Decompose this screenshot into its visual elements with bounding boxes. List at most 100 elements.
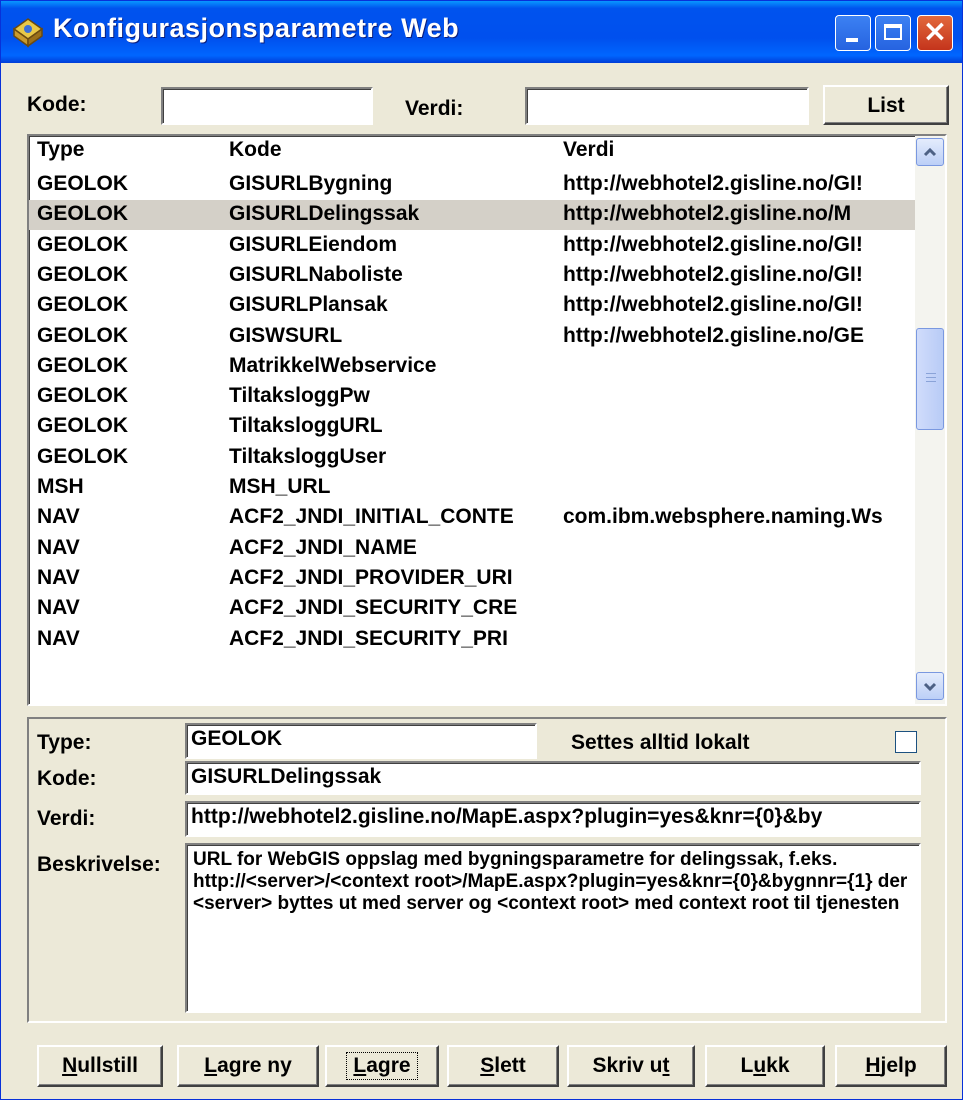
list-row[interactable]: GEOLOK GISURLNaboliste http://webhotel2.gi… [29, 261, 915, 291]
cell-kode: GISURLBygning [229, 172, 393, 195]
list-row[interactable]: GEOLOK TiltaksloggURL [29, 412, 915, 442]
cell-verdi: com.ibm.websphere.naming.Ws [563, 505, 883, 529]
cell-kode: ACF2_JNDI_PROVIDER_URI [229, 565, 513, 589]
list-row[interactable]: GEOLOK GISURLBygning http://webhotel2.gisl… [29, 170, 915, 200]
nullstill-hotkey: N [62, 1054, 78, 1077]
chevron-up-icon [923, 147, 937, 157]
lukk-label: Lukk [740, 1054, 790, 1077]
scroll-down-button[interactable] [916, 672, 944, 700]
cell-type: GEOLOK [37, 384, 129, 408]
lagre-label: Lagre [346, 1052, 418, 1080]
nullstill-button[interactable]: Nullstill [37, 1045, 163, 1087]
cell-type: NAV [37, 565, 80, 589]
nullstill-label: ullstill [77, 1054, 138, 1077]
close-icon: × [922, 14, 948, 49]
window-title: Konfigurasjonsparametre Web [53, 13, 460, 43]
lagre-ny-hotkey: L [204, 1054, 218, 1077]
lagre-button[interactable]: Lagre [325, 1045, 439, 1087]
cell-type: MSH [37, 475, 84, 498]
hjelp-label: jelp [880, 1054, 917, 1077]
list-button[interactable]: List [823, 85, 949, 125]
list-row[interactable]: NAV ACF2_JNDI_INITIAL_CONTE com.ibm.websph… [29, 503, 915, 533]
search-verdi-label: Verdi: [405, 97, 464, 120]
cell-type: GEOLOK [37, 444, 129, 468]
cell-type: GEOLOK [37, 323, 129, 347]
list-row[interactable]: GEOLOK TiltaksloggPw [29, 382, 915, 412]
lukk-button[interactable]: Lukk [705, 1045, 825, 1087]
cell-kode: TiltaksloggPw [229, 384, 370, 408]
thumb-grip [926, 377, 936, 378]
minimize-button[interactable] [835, 15, 871, 51]
scroll-up-button[interactable] [916, 138, 944, 166]
slett-hotkey: S [480, 1054, 495, 1077]
hjelp-button[interactable]: Hjelp [835, 1045, 947, 1087]
search-kode-input[interactable] [161, 87, 373, 125]
local-checkbox[interactable] [895, 731, 917, 753]
cell-kode: GISURLDelingssak [229, 202, 420, 226]
minimize-icon [846, 38, 858, 42]
scroll-thumb[interactable] [916, 328, 944, 430]
title-bar[interactable]: Konfigurasjonsparametre Web × [1, 1, 962, 63]
list-row[interactable]: GEOLOK GISWSURL http://webhotel2.gisline.n… [29, 322, 915, 352]
cell-verdi: http://webhotel2.gisline.no/GI! [563, 293, 863, 317]
cell-verdi: http://webhotel2.gisline.no/GI! [563, 232, 863, 256]
slett-button[interactable]: Slett [447, 1045, 559, 1087]
cell-type: GEOLOK [37, 232, 129, 256]
skriv-ut-label: Skriv ut [592, 1054, 670, 1077]
lagre-ny-button[interactable]: Lagre ny [177, 1045, 319, 1087]
lagre-ny-label: agre ny [217, 1054, 292, 1077]
thumb-grip [926, 373, 936, 374]
detail-beskrivelse-textarea[interactable]: URL for WebGIS oppslag med bygningsparam… [185, 843, 921, 1013]
chevron-down-icon [923, 682, 937, 692]
header-kode: Kode [229, 138, 282, 161]
cell-verdi: http://webhotel2.gisline.no/GE [563, 323, 865, 347]
cell-type: GEOLOK [37, 353, 129, 377]
cell-kode: GISWSURL [229, 323, 343, 347]
detail-verdi-label: Verdi: [37, 807, 96, 830]
skriv-ut-button[interactable]: Skriv ut [567, 1045, 695, 1087]
list-row[interactable]: NAV ACF2_JNDI_PROVIDER_URI [29, 564, 915, 594]
cell-type: GEOLOK [37, 293, 129, 317]
cell-verdi: http://webhotel2.gisline.no/M [563, 202, 852, 226]
detail-verdi-field[interactable]: http://webhotel2.gisline.no/MapE.aspx?pl… [185, 801, 921, 837]
slett-label: lett [494, 1054, 526, 1077]
list-row[interactable]: GEOLOK GISURLPlansak http://webhotel2.gisl… [29, 291, 915, 321]
cell-type: GEOLOK [37, 202, 129, 226]
cell-kode: ACF2_JNDI_NAME [229, 535, 417, 559]
cell-kode: TiltaksloggURL [229, 414, 383, 438]
search-kode-label: Kode: [27, 93, 87, 116]
list-row[interactable]: NAV ACF2_JNDI_NAME [29, 534, 915, 564]
cell-kode: TiltaksloggUser [229, 444, 387, 468]
list-row[interactable]: NAV ACF2_JNDI_SECURITY_PRI [29, 625, 915, 655]
cell-type: GEOLOK [37, 414, 129, 438]
close-button[interactable]: × [917, 14, 953, 51]
cell-kode: MatrikkelWebservice [229, 353, 437, 377]
list-row[interactable]: GEOLOK GISURLDelingssak http://webhotel2.… [29, 200, 915, 231]
list-row[interactable]: GEOLOK MatrikkelWebservice [29, 352, 915, 382]
cell-type: NAV [37, 596, 80, 620]
detail-kode-field[interactable]: GISURLDelingssak [185, 761, 921, 795]
list-row[interactable]: GEOLOK GISURLEiendom http://webhotel2.gisl… [29, 231, 915, 261]
header-verdi: Verdi [563, 138, 615, 161]
detail-beskrivelse-label: Beskrivelse: [37, 853, 161, 876]
search-verdi-input[interactable] [525, 87, 809, 125]
cell-verdi: http://webhotel2.gisline.no/GI! [563, 262, 863, 286]
list-scrollbar[interactable] [915, 136, 945, 704]
detail-type-label: Type: [37, 731, 92, 754]
list-row[interactable]: MSH MSH_URL [29, 473, 915, 503]
header-type: Type [37, 138, 85, 161]
cell-type: GEOLOK [37, 262, 129, 286]
list-row[interactable]: NAV ACF2_JNDI_SECURITY_CRE [29, 594, 915, 624]
list-row[interactable]: GEOLOK TiltaksloggUser [29, 443, 915, 473]
cell-type: NAV [37, 535, 80, 559]
cell-type: GEOLOK [37, 172, 129, 195]
detail-type-field[interactable]: GEOLOK [185, 723, 537, 759]
cell-type: NAV [37, 505, 80, 529]
config-window: Konfigurasjonsparametre Web × Kode: Verd… [0, 0, 963, 1100]
cell-kode: GISURLEiendom [229, 232, 398, 256]
maximize-button[interactable] [875, 15, 911, 51]
cell-type: NAV [37, 626, 80, 650]
cell-kode: ACF2_JNDI_SECURITY_PRI [229, 626, 508, 650]
parameter-list[interactable]: Type Kode Verdi GEOLOK GISURLBygning http:… [27, 134, 947, 706]
cell-verdi: http://webhotel2.gisline.no/GI! [563, 172, 863, 195]
